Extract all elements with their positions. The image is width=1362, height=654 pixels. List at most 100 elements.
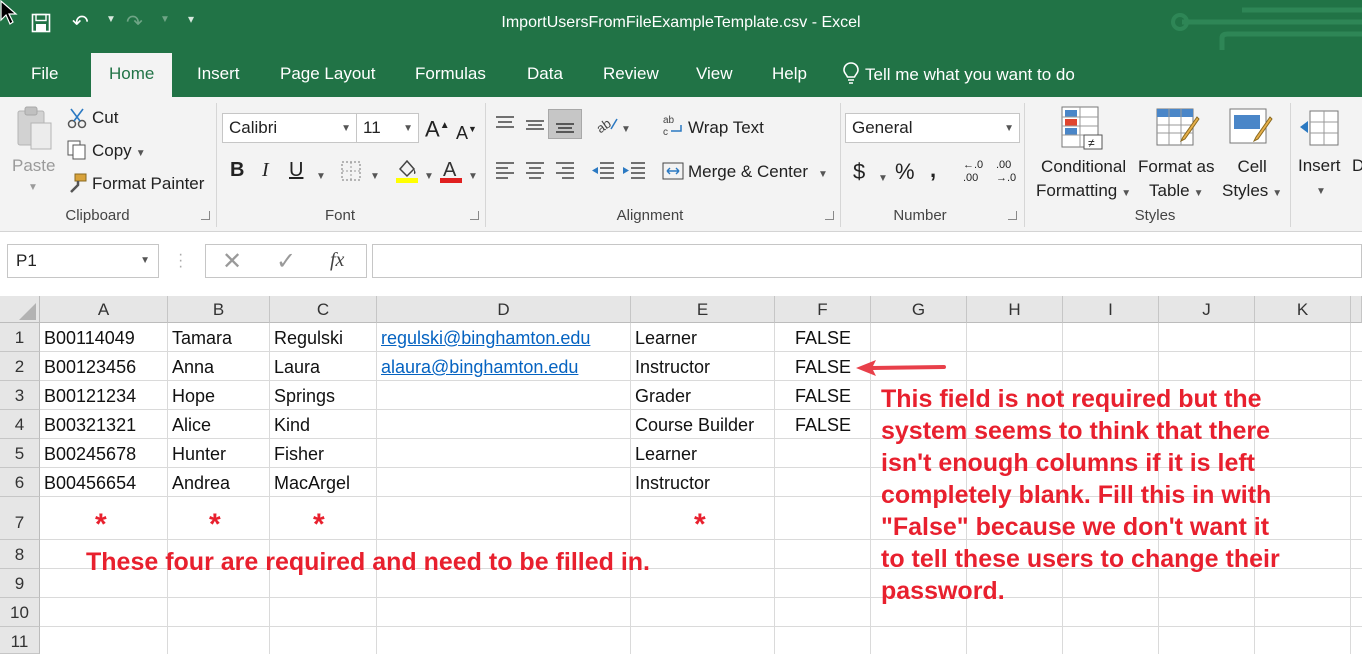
- underline-dropdown-icon[interactable]: ▼: [316, 166, 326, 188]
- decrease-indent-icon[interactable]: [590, 159, 616, 183]
- borders-dropdown-icon[interactable]: ▼: [370, 166, 380, 188]
- tab-home[interactable]: Home: [91, 53, 173, 97]
- cell-c1[interactable]: Regulski: [274, 327, 343, 349]
- font-color-icon[interactable]: A: [438, 157, 464, 185]
- row-header-9[interactable]: 9: [0, 569, 40, 598]
- clipboard-launcher-icon[interactable]: [201, 211, 210, 220]
- number-format-select[interactable]: General ▼: [845, 113, 1020, 143]
- row-header-6[interactable]: 6: [0, 468, 40, 497]
- row-header-5[interactable]: 5: [0, 439, 40, 468]
- column-header-j[interactable]: J: [1159, 296, 1255, 323]
- cell-a2[interactable]: B00123456: [44, 356, 136, 378]
- row-header-11[interactable]: 11: [0, 627, 40, 654]
- cell-f4[interactable]: FALSE: [775, 414, 871, 436]
- decrease-font-size-icon[interactable]: A▼: [456, 118, 477, 144]
- cell-f3[interactable]: FALSE: [775, 385, 871, 407]
- align-left-icon[interactable]: [493, 159, 517, 183]
- font-name-select[interactable]: Calibri ▼: [222, 113, 357, 143]
- cell-d1-email-link[interactable]: regulski@binghamton.edu: [381, 327, 590, 349]
- bold-icon[interactable]: B: [230, 159, 244, 181]
- cell-a4[interactable]: B00321321: [44, 414, 136, 436]
- cell-e6[interactable]: Instructor: [635, 472, 710, 494]
- cell-c6[interactable]: MacArgel: [274, 472, 350, 494]
- cell-b4[interactable]: Alice: [172, 414, 211, 436]
- cell-b1[interactable]: Tamara: [172, 327, 232, 349]
- align-top-icon[interactable]: [493, 113, 517, 135]
- cell-b3[interactable]: Hope: [172, 385, 215, 407]
- merge-dropdown-icon[interactable]: ▼: [818, 169, 828, 180]
- enter-icon[interactable]: ✓: [276, 247, 296, 276]
- cell-a3[interactable]: B00121234: [44, 385, 136, 407]
- cell-f1[interactable]: FALSE: [775, 327, 871, 349]
- increase-font-size-icon[interactable]: A▲: [425, 115, 450, 140]
- cell-e5[interactable]: Learner: [635, 443, 697, 465]
- comma-style-icon[interactable]: ,: [930, 159, 936, 181]
- column-header-k[interactable]: K: [1255, 296, 1351, 323]
- row-header-3[interactable]: 3: [0, 381, 40, 410]
- cell-d2-email-link[interactable]: alaura@binghamton.edu: [381, 356, 578, 378]
- delete-button-partial[interactable]: D: [1352, 155, 1362, 177]
- insert-dropdown-icon[interactable]: ▼: [1316, 181, 1326, 203]
- cell-a1[interactable]: B00114049: [44, 327, 135, 349]
- cut-button[interactable]: Cut: [92, 107, 118, 129]
- cell-e1[interactable]: Learner: [635, 327, 697, 349]
- tab-data[interactable]: Data: [527, 63, 563, 85]
- cell-b2[interactable]: Anna: [172, 356, 214, 378]
- increase-indent-icon[interactable]: [621, 159, 647, 183]
- column-header-g[interactable]: G: [871, 296, 967, 323]
- format-painter-button[interactable]: Format Painter: [92, 173, 204, 195]
- fill-color-icon[interactable]: [394, 157, 420, 185]
- alignment-launcher-icon[interactable]: [825, 211, 834, 220]
- column-header-c[interactable]: C: [270, 296, 377, 323]
- tab-insert[interactable]: Insert: [197, 63, 240, 85]
- align-center-icon[interactable]: [523, 159, 547, 183]
- cell-e3[interactable]: Grader: [635, 385, 691, 407]
- row-header-1[interactable]: 1: [0, 323, 40, 352]
- cell-e2[interactable]: Instructor: [635, 356, 710, 378]
- cell-e4[interactable]: Course Builder: [635, 414, 754, 436]
- formula-input[interactable]: [372, 244, 1362, 278]
- tab-file[interactable]: File: [31, 63, 58, 85]
- currency-dropdown-icon[interactable]: ▼: [878, 168, 888, 190]
- increase-decimal-icon[interactable]: ←.0.00: [963, 159, 983, 185]
- insert-function-icon[interactable]: fx: [330, 249, 344, 272]
- row-header-8[interactable]: 8: [0, 540, 40, 569]
- tab-formulas[interactable]: Formulas: [415, 63, 486, 85]
- borders-icon[interactable]: [340, 160, 362, 182]
- font-size-select[interactable]: 11 ▼: [356, 113, 419, 143]
- italic-icon[interactable]: I: [262, 159, 269, 181]
- underline-icon[interactable]: U: [289, 159, 303, 181]
- insert-button[interactable]: Insert: [1298, 155, 1341, 177]
- column-header-a[interactable]: A: [40, 296, 168, 323]
- tab-review[interactable]: Review: [603, 63, 659, 85]
- align-right-icon[interactable]: [553, 159, 577, 183]
- cancel-icon[interactable]: ✕: [222, 247, 242, 276]
- tab-view[interactable]: View: [696, 63, 733, 85]
- orientation-icon[interactable]: ab: [593, 111, 621, 135]
- merge-center-button[interactable]: Merge & Center ▼: [688, 161, 828, 186]
- cell-c5[interactable]: Fisher: [274, 443, 324, 465]
- cell-c2[interactable]: Laura: [274, 356, 320, 378]
- column-header-d[interactable]: D: [377, 296, 631, 323]
- cell-c4[interactable]: Kind: [274, 414, 310, 436]
- cell-b6[interactable]: Andrea: [172, 472, 230, 494]
- cell-c3[interactable]: Springs: [274, 385, 335, 407]
- orientation-dropdown-icon[interactable]: ▼: [621, 119, 631, 141]
- font-launcher-icon[interactable]: [470, 211, 479, 220]
- column-header-f[interactable]: F: [775, 296, 871, 323]
- worksheet-grid[interactable]: A B C D E F G H I J K 1 2 3 4 5 6 7 8 9 …: [0, 296, 1362, 654]
- row-header-4[interactable]: 4: [0, 410, 40, 439]
- decrease-decimal-icon[interactable]: .00 →.0: [996, 159, 1016, 185]
- tab-page-layout[interactable]: Page Layout: [280, 63, 375, 85]
- font-color-dropdown-icon[interactable]: ▼: [468, 166, 478, 188]
- format-as-table-button[interactable]: Format as Table ▼: [1138, 155, 1215, 206]
- copy-button[interactable]: Copy ▼: [92, 140, 146, 165]
- column-header-b[interactable]: B: [168, 296, 270, 323]
- tab-help[interactable]: Help: [772, 63, 807, 85]
- name-box[interactable]: P1 ▼: [7, 244, 159, 278]
- tell-me-search[interactable]: Tell me what you want to do: [843, 62, 1075, 85]
- conditional-formatting-button[interactable]: Conditional Formatting ▼: [1036, 155, 1131, 206]
- row-header-7[interactable]: 7: [0, 497, 40, 540]
- column-header-i[interactable]: I: [1063, 296, 1159, 323]
- cell-a5[interactable]: B00245678: [44, 443, 136, 465]
